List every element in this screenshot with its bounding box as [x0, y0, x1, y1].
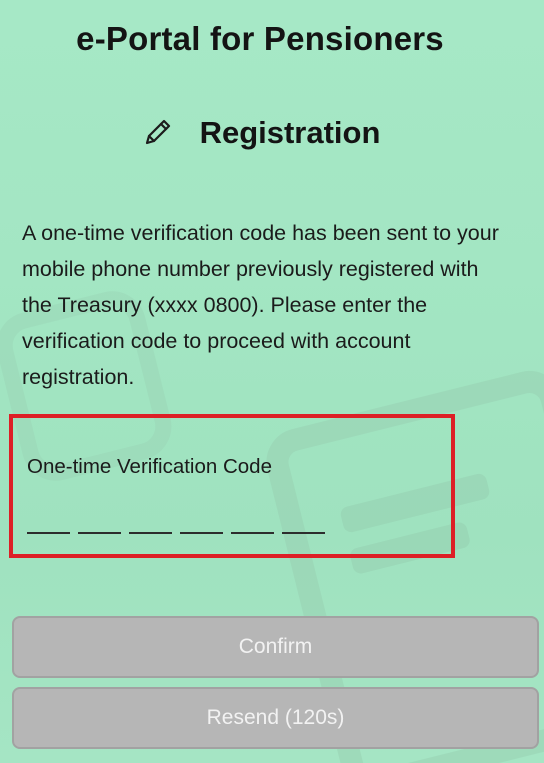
resend-button[interactable]: Resend (120s) — [12, 687, 539, 749]
pencil-icon — [140, 116, 174, 150]
otp-digit-slot[interactable] — [282, 518, 325, 534]
section-heading: Registration — [0, 115, 520, 151]
app-title: e-Portal for Pensioners — [76, 20, 444, 57]
otp-digit-slot[interactable] — [231, 518, 274, 534]
otp-digit-slot[interactable] — [78, 518, 121, 534]
registration-screen: e-Portal for Pensioners Registration A o… — [0, 0, 544, 763]
otp-label: One-time Verification Code — [27, 455, 272, 478]
otp-input[interactable] — [27, 518, 325, 534]
otp-digit-slot[interactable] — [27, 518, 70, 534]
confirm-button[interactable]: Confirm — [12, 616, 539, 678]
otp-digit-slot[interactable] — [129, 518, 172, 534]
section-title: Registration — [199, 115, 381, 150]
instructions-text: A one-time verification code has been se… — [22, 221, 499, 389]
otp-digit-slot[interactable] — [180, 518, 223, 534]
otp-highlight-box: One-time Verification Code — [9, 414, 455, 558]
